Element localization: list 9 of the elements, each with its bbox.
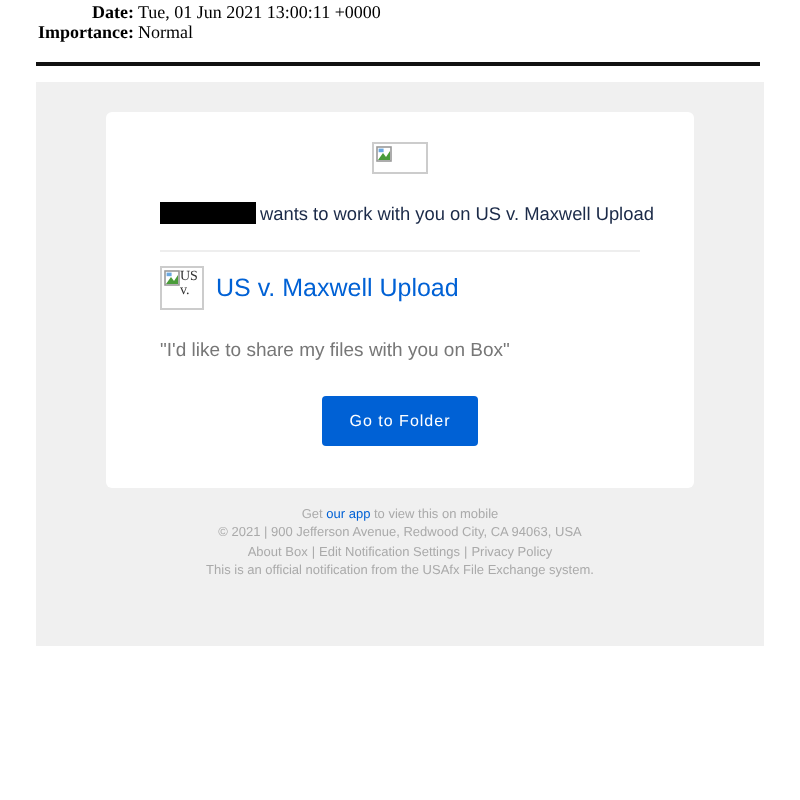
field-label: Importance: [36, 22, 134, 42]
field-value: Tue, 01 Jun 2021 13:00:11 +0000 [138, 2, 381, 22]
folder-link[interactable]: US v. Maxwell Upload [216, 273, 459, 301]
go-to-folder-button[interactable]: Go to Folder [322, 395, 478, 445]
field-value: Normal [138, 22, 195, 42]
broken-image-icon [372, 141, 428, 173]
invitation-text: wants to work with you on US v. Maxwell Upload [260, 203, 654, 223]
field-label: Date: [90, 2, 134, 22]
message-text: "I'd like to share my files with you on Box" [160, 339, 512, 361]
